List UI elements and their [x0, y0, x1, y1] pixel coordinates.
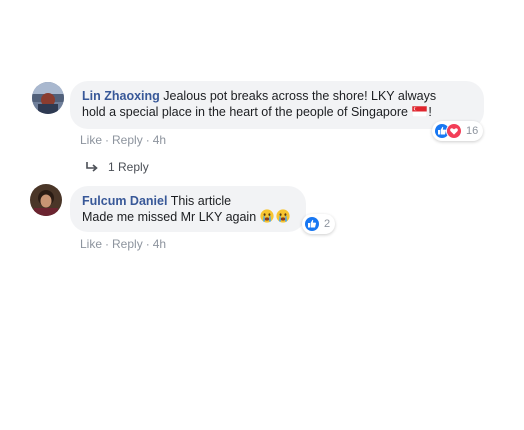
separator-dot: ·: [105, 237, 110, 251]
avatar[interactable]: [30, 184, 62, 216]
crying-face-icon: [260, 209, 274, 223]
like-button[interactable]: Like: [80, 133, 102, 147]
reaction-count: 16: [466, 125, 479, 137]
separator-dot: ·: [145, 133, 150, 147]
comment-text: This article: [170, 194, 232, 208]
comment-text-tail: !: [428, 105, 432, 119]
comment-actions: Like · Reply · 4h: [80, 133, 166, 147]
comment-text: hold a special place in the heart of the…: [82, 105, 408, 119]
separator-dot: ·: [145, 237, 150, 251]
reactions-summary[interactable]: 16: [432, 121, 484, 141]
comment-actions: Like · Reply · 4h: [80, 237, 166, 251]
comment-timestamp[interactable]: 4h: [153, 133, 166, 147]
comment-text: Made me missed Mr LKY again: [82, 210, 257, 224]
reply-button[interactable]: Reply: [112, 237, 143, 251]
comment-author[interactable]: Lin Zhaoxing: [82, 89, 160, 103]
view-replies-link[interactable]: 1 Reply: [85, 160, 149, 174]
like-button[interactable]: Like: [80, 237, 102, 251]
separator-dot: ·: [105, 133, 110, 147]
comment-bubble: Lin Zhaoxing Jealous pot breaks across t…: [70, 81, 484, 129]
reactions-summary[interactable]: 2: [302, 214, 336, 234]
reply-button[interactable]: Reply: [112, 133, 143, 147]
reply-arrow-icon: [85, 161, 99, 173]
comment-bubble: Fulcum Daniel This article Made me misse…: [70, 186, 306, 232]
singapore-flag-icon: [412, 105, 428, 118]
love-icon: [446, 123, 462, 139]
avatar[interactable]: [32, 82, 64, 114]
crying-face-icon: [276, 209, 290, 223]
reaction-count: 2: [324, 218, 331, 230]
comment-text: Jealous pot breaks across the shore! LKY…: [163, 89, 437, 103]
comment-author[interactable]: Fulcum Daniel: [82, 194, 167, 208]
like-icon: [304, 216, 320, 232]
view-replies-label[interactable]: 1 Reply: [108, 160, 149, 174]
comment-timestamp[interactable]: 4h: [153, 237, 166, 251]
